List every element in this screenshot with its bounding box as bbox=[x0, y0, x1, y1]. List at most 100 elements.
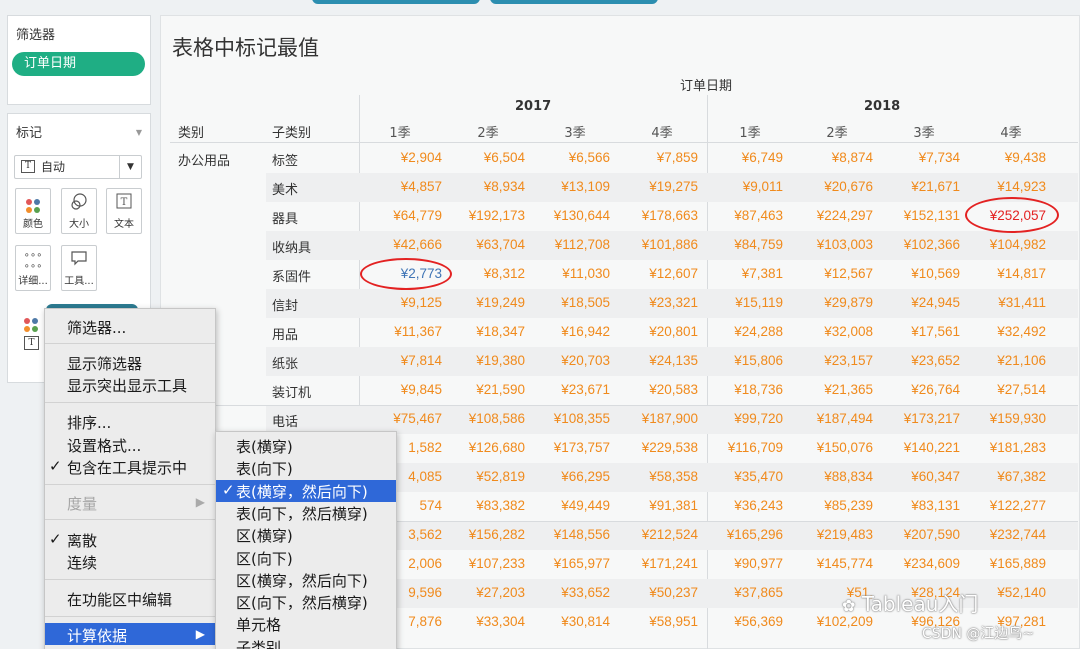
table-cell[interactable]: ¥15,806 bbox=[697, 353, 783, 368]
submenu-item[interactable]: 表(横穿) bbox=[236, 436, 293, 457]
table-cell[interactable]: ¥84,759 bbox=[697, 237, 783, 252]
size-button[interactable]: 大小 bbox=[61, 188, 97, 234]
table-cell[interactable]: ¥60,347 bbox=[874, 469, 960, 484]
table-cell[interactable]: ¥29,879 bbox=[787, 295, 873, 310]
table-cell[interactable]: ¥30,814 bbox=[524, 614, 610, 629]
table-cell[interactable]: ¥56,369 bbox=[697, 614, 783, 629]
table-cell[interactable]: ¥64,779 bbox=[356, 208, 442, 223]
table-cell[interactable]: ¥33,304 bbox=[439, 614, 525, 629]
marks-collapse-icon[interactable]: ▼ bbox=[136, 128, 142, 137]
table-cell[interactable]: ¥66,295 bbox=[524, 469, 610, 484]
submenu-item[interactable]: 区(横穿) bbox=[236, 525, 293, 546]
table-cell[interactable]: ¥87,463 bbox=[697, 208, 783, 223]
menu-compute-using[interactable]: 计算依据 bbox=[67, 625, 127, 646]
submenu-item[interactable]: 区(向下，然后横穿) bbox=[236, 592, 368, 613]
table-cell[interactable]: ¥24,288 bbox=[697, 324, 783, 339]
table-cell[interactable]: ¥234,609 bbox=[874, 556, 960, 571]
table-cell[interactable]: ¥232,744 bbox=[960, 527, 1046, 542]
filter-pill-order-date[interactable]: 订单日期 bbox=[12, 52, 145, 76]
table-cell[interactable]: ¥19,249 bbox=[439, 295, 525, 310]
table-cell[interactable]: ¥27,203 bbox=[439, 585, 525, 600]
table-cell[interactable]: ¥6,749 bbox=[697, 150, 783, 165]
table-cell[interactable]: ¥2,904 bbox=[356, 150, 442, 165]
top-pill-1[interactable] bbox=[312, 0, 480, 4]
table-cell[interactable]: ¥24,945 bbox=[874, 295, 960, 310]
table-cell[interactable]: ¥17,561 bbox=[874, 324, 960, 339]
table-cell[interactable]: ¥23,157 bbox=[787, 353, 873, 368]
table-cell[interactable]: ¥33,652 bbox=[524, 585, 610, 600]
table-cell[interactable]: ¥187,494 bbox=[787, 411, 873, 426]
table-cell[interactable]: ¥21,590 bbox=[439, 382, 525, 397]
table-cell[interactable]: ¥165,889 bbox=[960, 556, 1046, 571]
table-cell[interactable]: ¥7,381 bbox=[697, 266, 783, 281]
table-cell[interactable]: ¥26,764 bbox=[874, 382, 960, 397]
table-cell[interactable]: ¥99,720 bbox=[697, 411, 783, 426]
table-cell[interactable]: ¥159,930 bbox=[960, 411, 1046, 426]
table-cell[interactable]: ¥88,834 bbox=[787, 469, 873, 484]
mark-type-select[interactable]: T 自动 ▼ bbox=[14, 155, 142, 179]
menu-filter[interactable]: 筛选器... bbox=[67, 317, 126, 338]
table-cell[interactable]: ¥178,663 bbox=[612, 208, 698, 223]
menu-show-filter[interactable]: 显示筛选器 bbox=[67, 353, 142, 374]
table-cell[interactable]: ¥116,709 bbox=[697, 440, 783, 455]
table-cell[interactable]: ¥107,233 bbox=[439, 556, 525, 571]
table-cell[interactable]: ¥229,538 bbox=[612, 440, 698, 455]
table-cell[interactable]: ¥192,173 bbox=[439, 208, 525, 223]
text-button[interactable]: T 文本 bbox=[106, 188, 142, 234]
table-cell[interactable]: ¥104,982 bbox=[960, 237, 1046, 252]
table-cell[interactable]: ¥50,237 bbox=[612, 585, 698, 600]
table-cell[interactable]: ¥156,282 bbox=[439, 527, 525, 542]
table-cell[interactable]: ¥171,241 bbox=[612, 556, 698, 571]
submenu-item[interactable]: 子类别 bbox=[236, 637, 281, 649]
table-cell[interactable]: ¥108,586 bbox=[439, 411, 525, 426]
table-cell[interactable]: ¥224,297 bbox=[787, 208, 873, 223]
table-cell[interactable]: ¥9,438 bbox=[960, 150, 1046, 165]
table-cell[interactable]: ¥23,671 bbox=[524, 382, 610, 397]
table-cell[interactable]: ¥6,566 bbox=[524, 150, 610, 165]
table-cell[interactable]: ¥31,411 bbox=[960, 295, 1046, 310]
table-cell[interactable]: ¥148,556 bbox=[524, 527, 610, 542]
menu-edit-in-shelf[interactable]: 在功能区中编辑 bbox=[67, 589, 172, 610]
table-cell[interactable]: ¥21,671 bbox=[874, 179, 960, 194]
table-cell[interactable]: ¥108,355 bbox=[524, 411, 610, 426]
submenu-item[interactable]: 区(向下) bbox=[236, 548, 293, 569]
menu-continuous[interactable]: 连续 bbox=[67, 552, 97, 573]
table-cell[interactable]: ¥12,567 bbox=[787, 266, 873, 281]
table-cell[interactable]: ¥23,321 bbox=[612, 295, 698, 310]
table-cell[interactable]: ¥8,874 bbox=[787, 150, 873, 165]
table-cell[interactable]: ¥187,900 bbox=[612, 411, 698, 426]
table-cell[interactable]: ¥14,817 bbox=[960, 266, 1046, 281]
table-cell[interactable]: ¥18,736 bbox=[697, 382, 783, 397]
table-cell[interactable]: ¥21,106 bbox=[960, 353, 1046, 368]
table-cell[interactable]: ¥10,569 bbox=[874, 266, 960, 281]
table-cell[interactable]: ¥58,358 bbox=[612, 469, 698, 484]
table-cell[interactable]: ¥36,243 bbox=[697, 498, 783, 513]
table-cell[interactable]: ¥207,590 bbox=[874, 527, 960, 542]
table-cell[interactable]: ¥4,857 bbox=[356, 179, 442, 194]
table-cell[interactable]: ¥23,652 bbox=[874, 353, 960, 368]
menu-include-tooltip[interactable]: 包含在工具提示中 bbox=[49, 457, 187, 478]
detail-button[interactable]: ∘∘∘ ∘∘∘ 详细... bbox=[15, 245, 51, 291]
table-cell[interactable]: ¥35,470 bbox=[697, 469, 783, 484]
menu-sort[interactable]: 排序... bbox=[67, 412, 111, 433]
table-cell[interactable]: ¥8,934 bbox=[439, 179, 525, 194]
menu-format[interactable]: 设置格式... bbox=[67, 435, 141, 456]
submenu-item[interactable]: 表(横穿，然后向下) bbox=[222, 481, 368, 502]
table-cell[interactable]: ¥42,666 bbox=[356, 237, 442, 252]
table-cell[interactable]: ¥18,505 bbox=[524, 295, 610, 310]
submenu-item[interactable]: 表(向下，然后横穿) bbox=[236, 503, 368, 524]
table-cell[interactable]: ¥11,030 bbox=[524, 266, 610, 281]
table-cell[interactable]: ¥63,704 bbox=[439, 237, 525, 252]
table-cell[interactable]: ¥19,275 bbox=[612, 179, 698, 194]
table-cell[interactable]: ¥173,217 bbox=[874, 411, 960, 426]
table-cell[interactable]: ¥212,524 bbox=[612, 527, 698, 542]
table-cell[interactable]: ¥14,923 bbox=[960, 179, 1046, 194]
table-cell[interactable]: ¥15,119 bbox=[697, 295, 783, 310]
table-cell[interactable]: ¥181,283 bbox=[960, 440, 1046, 455]
table-cell[interactable]: ¥7,859 bbox=[612, 150, 698, 165]
table-cell[interactable]: ¥9,845 bbox=[356, 382, 442, 397]
table-cell[interactable]: ¥20,703 bbox=[524, 353, 610, 368]
table-cell[interactable]: ¥6,504 bbox=[439, 150, 525, 165]
table-cell[interactable]: ¥13,109 bbox=[524, 179, 610, 194]
table-cell[interactable]: ¥52,819 bbox=[439, 469, 525, 484]
